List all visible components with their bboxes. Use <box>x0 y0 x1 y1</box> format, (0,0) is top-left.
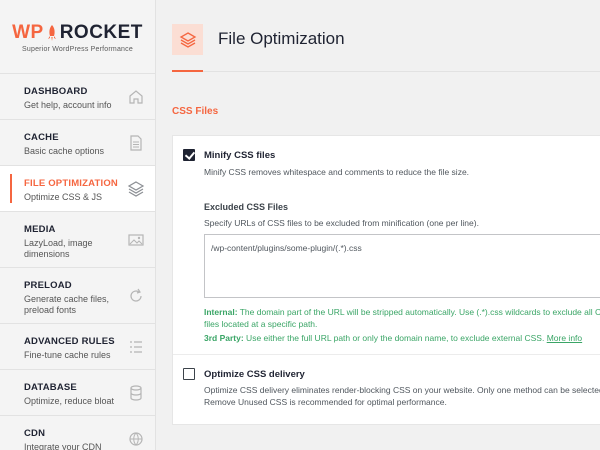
sidebar-item-title: DATABASE <box>24 382 77 393</box>
refresh-icon <box>127 287 145 305</box>
sidebar-item-cdn[interactable]: CDN Integrate your CDN <box>0 416 155 450</box>
document-icon <box>127 134 145 152</box>
sidebar-item-subtitle: Fine-tune cache rules <box>24 350 111 360</box>
list-icon <box>127 338 145 356</box>
help-internal-label: Internal: <box>204 307 238 317</box>
sidebar-item-media[interactable]: MEDIA LazyLoad, image dimensions <box>0 212 155 268</box>
more-info-link[interactable]: More info <box>547 333 582 343</box>
help-internal-text: The domain part of the URL will be strip… <box>204 307 600 329</box>
sidebar-item-subtitle: Get help, account info <box>24 100 112 110</box>
card-divider <box>173 354 600 355</box>
minify-css-checkbox[interactable] <box>183 149 195 161</box>
logo: WP ROCKET Superior WordPress Performance <box>0 0 155 73</box>
optimize-css-delivery-label[interactable]: Optimize CSS delivery <box>204 369 305 380</box>
sidebar-item-advanced-rules[interactable]: ADVANCED RULES Fine-tune cache rules <box>0 324 155 370</box>
minify-css-description: Minify CSS removes whitespace and commen… <box>204 167 470 177</box>
logo-wordmark: WP ROCKET <box>12 22 143 44</box>
image-icon <box>127 231 145 249</box>
sidebar-nav: DASHBOARD Get help, account info CACHE B… <box>0 73 155 450</box>
sidebar-item-dashboard[interactable]: DASHBOARD Get help, account info <box>0 74 155 120</box>
optimize-css-delivery-description: Optimize CSS delivery eliminates render-… <box>204 385 600 407</box>
layers-icon <box>127 180 145 198</box>
sidebar-item-title: MEDIA <box>24 224 56 235</box>
excluded-css-description: Specify URLs of CSS files to be excluded… <box>204 218 479 228</box>
header-accent <box>172 70 203 72</box>
sidebar-item-preload[interactable]: PRELOAD Generate cache files, preload fo… <box>0 268 155 324</box>
logo-wp-text: WP <box>12 22 44 43</box>
sidebar-item-title: CDN <box>24 428 46 439</box>
sidebar-item-title: PRELOAD <box>24 280 72 291</box>
logo-tagline: Superior WordPress Performance <box>22 46 133 53</box>
cdn-icon <box>127 430 145 448</box>
sidebar-item-subtitle: Optimize CSS & JS <box>24 192 103 202</box>
rocket-icon <box>47 25 57 41</box>
excluded-css-help-internal: Internal: The domain part of the URL wil… <box>204 306 600 330</box>
sidebar-item-title: ADVANCED RULES <box>24 336 115 347</box>
excluded-css-label: Excluded CSS Files <box>204 202 289 212</box>
sidebar-item-subtitle: Basic cache options <box>24 146 105 156</box>
sidebar-item-subtitle: LazyLoad, image dimensions <box>24 238 93 259</box>
section-title: CSS Files <box>172 106 219 117</box>
page-header: File Optimization <box>156 0 600 73</box>
css-options-card: Minify CSS files Minify CSS removes whit… <box>172 135 600 425</box>
sidebar-item-title: FILE OPTIMIZATION <box>24 178 118 189</box>
logo-rocket-text: ROCKET <box>59 22 143 43</box>
header-divider <box>172 71 600 72</box>
database-icon <box>127 384 145 402</box>
sidebar-item-title: DASHBOARD <box>24 86 88 97</box>
sidebar-item-subtitle: Integrate your CDN <box>24 442 102 450</box>
sidebar-item-file-optimization[interactable]: FILE OPTIMIZATION Optimize CSS & JS <box>0 166 155 212</box>
sidebar-item-title: CACHE <box>24 132 59 143</box>
sidebar-item-cache[interactable]: CACHE Basic cache options <box>0 120 155 166</box>
page-title: File Optimization <box>218 29 345 48</box>
sidebar-item-database[interactable]: DATABASE Optimize, reduce bloat <box>0 370 155 416</box>
home-icon <box>127 88 145 106</box>
layers-icon <box>172 24 203 55</box>
help-third-text: Use either the full URL path or only the… <box>243 333 547 343</box>
excluded-css-textarea[interactable] <box>204 234 600 298</box>
sidebar-item-subtitle: Generate cache files, preload fonts <box>24 294 110 315</box>
minify-css-label[interactable]: Minify CSS files <box>204 150 275 161</box>
optimize-css-delivery-checkbox[interactable] <box>183 368 195 380</box>
excluded-css-help-third-party: 3rd Party: Use either the full URL path … <box>204 332 600 344</box>
help-third-label: 3rd Party: <box>204 333 244 343</box>
sidebar-item-subtitle: Optimize, reduce bloat <box>24 396 115 406</box>
sidebar: WP ROCKET Superior WordPress Performance… <box>0 0 156 450</box>
